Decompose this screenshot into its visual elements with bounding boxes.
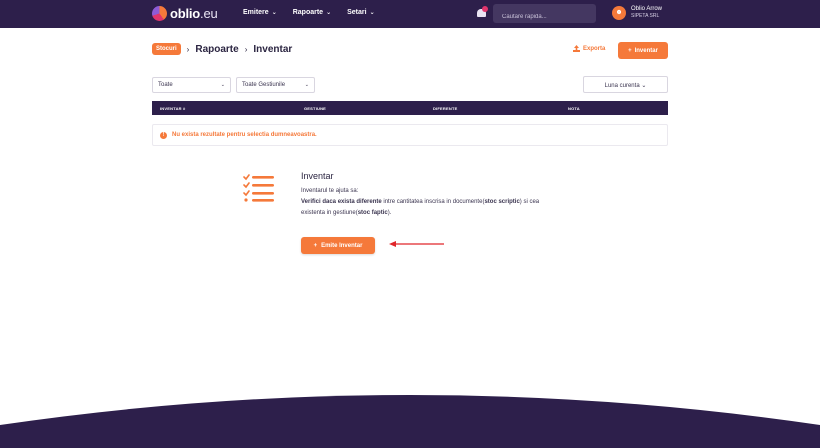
annotation-arrow-icon xyxy=(389,241,444,247)
column-header[interactable]: NOTA xyxy=(568,106,580,111)
period-dropdown[interactable]: Luna curenta ⌄ xyxy=(583,76,668,93)
info-title: Inventar xyxy=(301,171,334,181)
chevron-right-icon: › xyxy=(244,44,248,54)
export-button[interactable]: Exporta xyxy=(573,45,605,52)
footer-wave xyxy=(0,395,820,448)
chevron-down-icon: ⌄ xyxy=(326,10,332,16)
export-icon xyxy=(573,45,580,52)
menu-emitere[interactable]: Emitere ⌄ xyxy=(243,9,277,16)
chevron-down-icon: ⌄ xyxy=(271,10,277,16)
notifications-button[interactable] xyxy=(477,6,488,18)
logo-icon xyxy=(152,6,167,21)
user-avatar-icon: ☻ xyxy=(612,6,626,20)
menu-rapoarte[interactable]: Rapoarte ⌄ xyxy=(293,9,331,16)
search-input[interactable] xyxy=(493,4,596,23)
breadcrumb: Stocuri › Rapoarte › Inventar xyxy=(152,43,292,55)
chevron-down-icon: ⌄ xyxy=(369,10,375,16)
chevron-down-icon: ⌄ xyxy=(220,82,225,88)
menu-setari[interactable]: Setari ⌄ xyxy=(347,9,375,16)
info-line-1: Verifici daca exista diferente intre can… xyxy=(301,199,540,205)
stocuri-badge[interactable]: Stocuri xyxy=(152,43,181,55)
gestiune-select[interactable]: Toate Gestiunile ⌄ xyxy=(236,77,315,93)
page-title: Inventar xyxy=(253,43,293,55)
column-header[interactable]: DIFERENTE xyxy=(433,106,457,111)
info-intro: Inventarul te ajuta sa: xyxy=(301,188,359,194)
breadcrumb-rapoarte[interactable]: Rapoarte xyxy=(195,44,238,55)
type-select[interactable]: Toate ⌄ xyxy=(152,77,231,93)
user-name: Oblio Arrow xyxy=(631,6,663,12)
user-menu[interactable]: ☻ Oblio Arrow SIPETA SRL xyxy=(612,6,662,20)
column-header[interactable]: INVENTAR # xyxy=(160,106,185,111)
table-header: INVENTAR # GESTIUNE DIFERENTE NOTA xyxy=(152,101,668,115)
user-company: SIPETA SRL xyxy=(631,13,660,19)
empty-results-alert: ! Nu exista rezultate pentru selectia du… xyxy=(152,124,668,146)
notification-badge xyxy=(482,6,488,12)
empty-results-text: Nu exista rezultate pentru selectia dumn… xyxy=(172,132,317,138)
info-icon: ! xyxy=(160,131,167,139)
chevron-down-icon: ⌄ xyxy=(641,83,647,89)
chevron-down-icon: ⌄ xyxy=(304,82,309,88)
main-menu: Emitere ⌄ Rapoarte ⌄ Setari ⌄ xyxy=(243,9,375,16)
logo-text: oblio.eu xyxy=(170,6,218,21)
emite-inventar-button[interactable]: + Emite Inventar xyxy=(301,237,375,254)
plus-icon: + xyxy=(313,242,318,249)
column-header[interactable]: GESTIUNE xyxy=(304,106,326,111)
add-inventar-button[interactable]: + Inventar xyxy=(618,42,668,59)
info-line-2: existenta in gestiune(stoc faptic). xyxy=(301,210,392,216)
logo[interactable]: oblio.eu xyxy=(152,6,218,21)
plus-icon: + xyxy=(628,47,632,54)
top-navbar: oblio.eu Emitere⌄ Rapoarte⌄ Setari⌄ ☻ Ob… xyxy=(0,0,820,28)
checklist-icon xyxy=(243,174,274,202)
chevron-right-icon: › xyxy=(186,44,190,54)
